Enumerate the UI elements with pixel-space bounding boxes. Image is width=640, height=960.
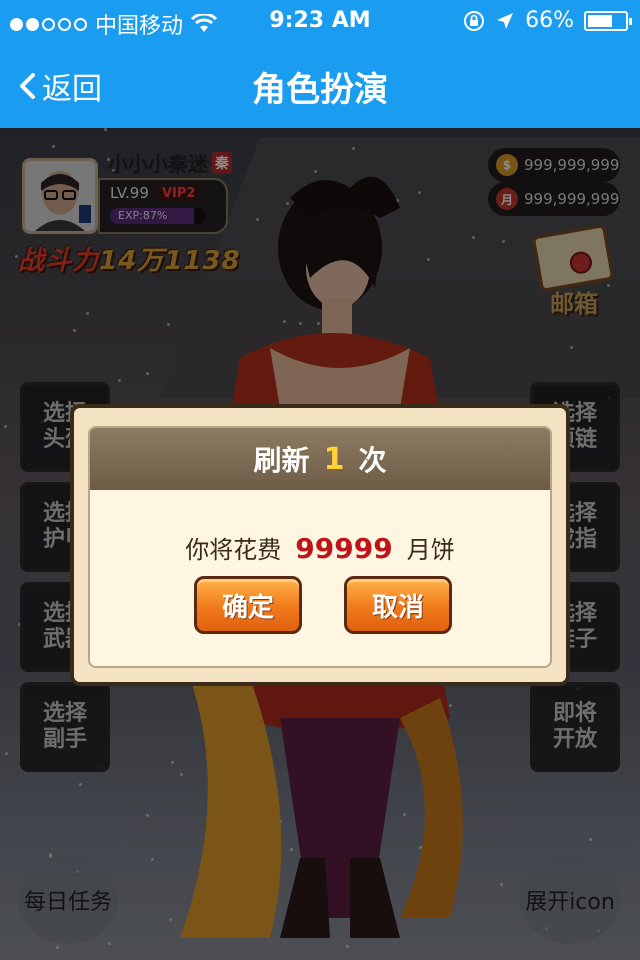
confirm-button[interactable]: 确定 (194, 576, 302, 634)
page-title: 角色扮演 (252, 70, 388, 110)
dialog-title: 刷新 1 次 (90, 428, 550, 490)
dialog-cost: 99999 (295, 532, 393, 565)
dialog-title-suffix: 次 (358, 444, 387, 477)
dialog-refresh-count: 1 (323, 441, 345, 477)
status-bar: 中国移动 9:23 AM 66% (0, 0, 640, 40)
dialog-message-prefix: 你将花费 (185, 536, 282, 564)
dialog-message: 你将花费 99999 月饼 (90, 530, 550, 565)
dialog-panel: 刷新 1 次 你将花费 99999 月饼 (88, 426, 552, 668)
battery-icon (584, 10, 632, 31)
dialog-message-suffix: 月饼 (406, 536, 455, 564)
refresh-dialog: 刷新 1 次 你将花费 99999 月饼 确定 取消 (70, 404, 570, 686)
cancel-button[interactable]: 取消 (344, 576, 452, 634)
battery-percent: 66% (525, 8, 574, 33)
navigation-bar: 返回 角色扮演 (0, 40, 640, 128)
dialog-title-prefix: 刷新 (253, 444, 310, 477)
rotation-lock-icon (464, 10, 485, 31)
location-arrow-icon (497, 12, 514, 29)
